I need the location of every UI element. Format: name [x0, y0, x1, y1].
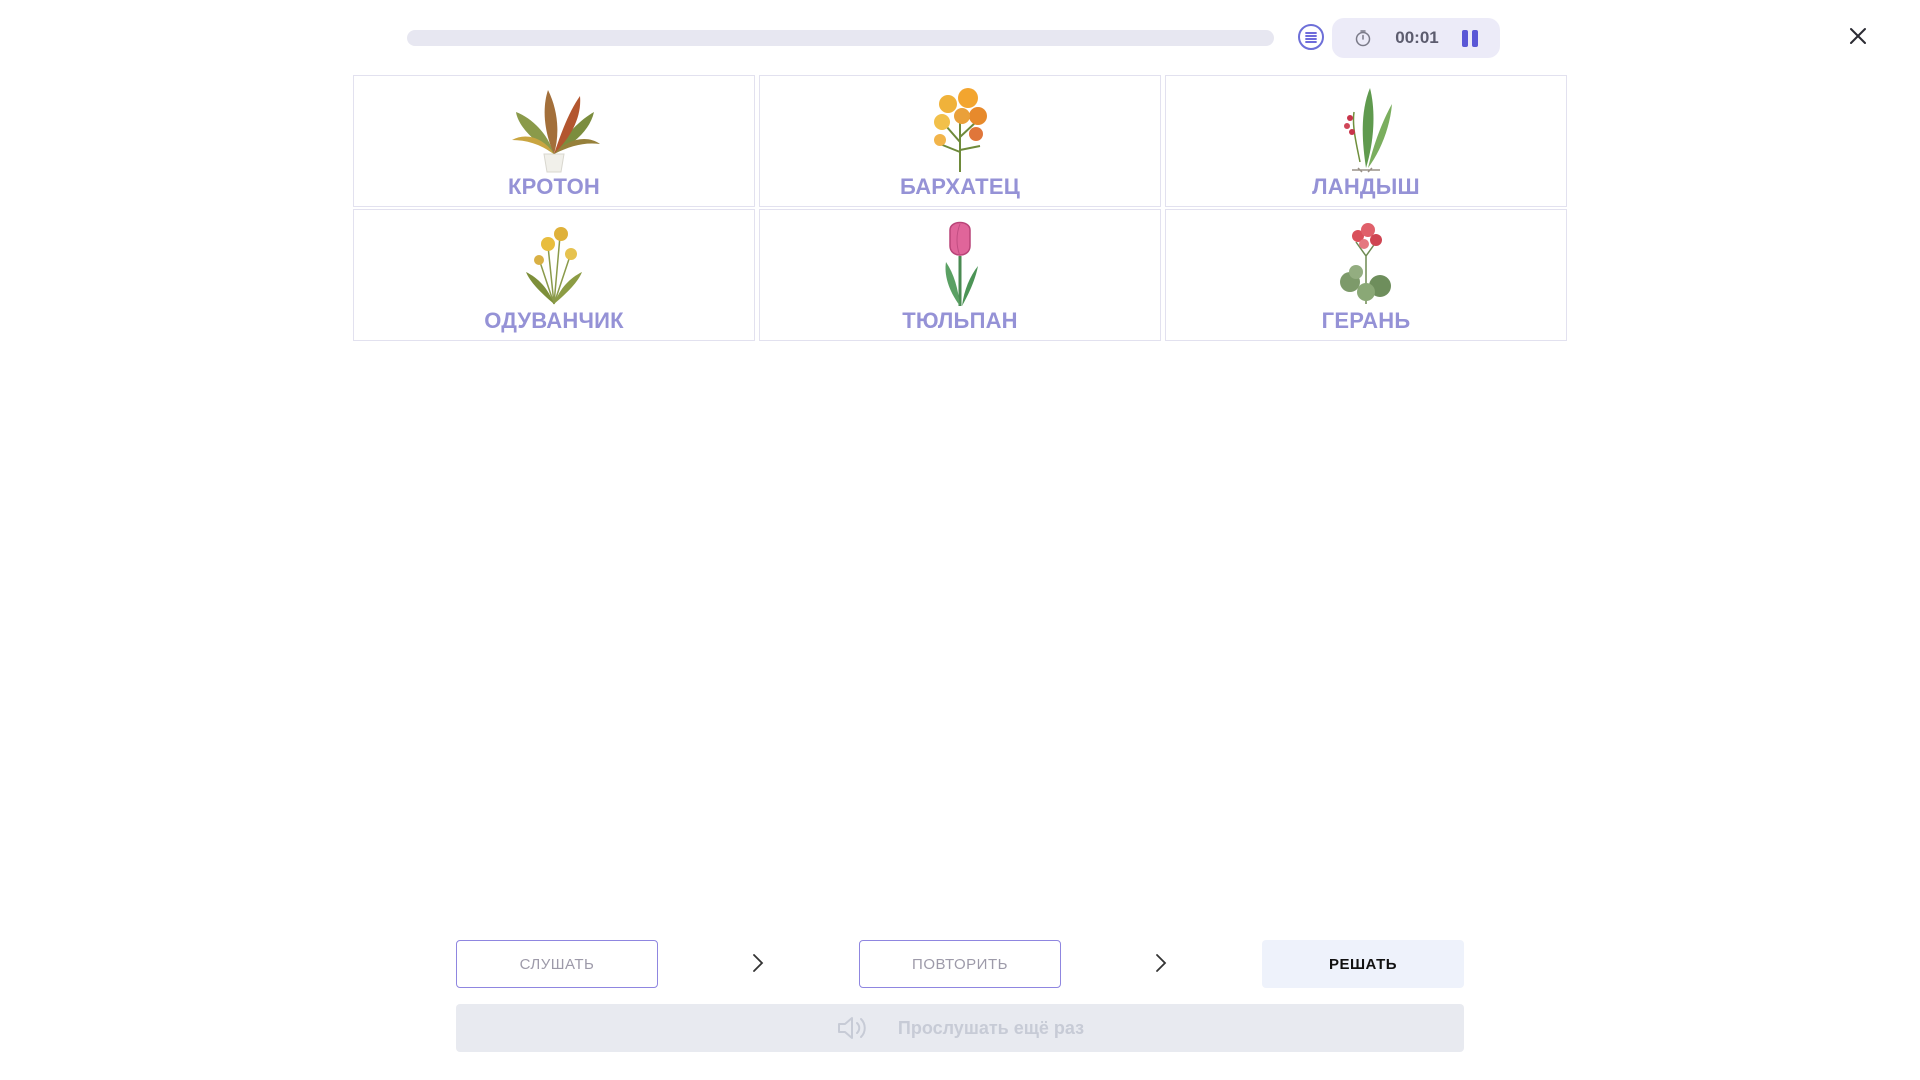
replay-button[interactable]: Прослушать ещё раз	[456, 1004, 1464, 1052]
card-label: ОДУВАНЧИК	[484, 308, 624, 333]
list-icon	[1305, 32, 1317, 43]
croton-plant-icon	[512, 90, 600, 173]
progress-bar	[407, 30, 1274, 46]
dandelion-icon	[526, 227, 582, 305]
card-label: ТЮЛЬПАН	[902, 308, 1018, 333]
lily-of-the-valley-icon	[1344, 88, 1392, 173]
timer-value: 00:01	[1395, 28, 1439, 47]
card-croton[interactable]: КРОТОН	[353, 75, 755, 207]
repeat-button[interactable]: ПОВТОРИТЬ	[859, 940, 1061, 988]
card-tulip[interactable]: ТЮЛЬПАН	[759, 209, 1161, 341]
pause-button[interactable]	[1461, 29, 1478, 47]
pause-icon-bar	[1471, 29, 1478, 47]
card-lily-of-the-valley[interactable]: ЛАНДЫШ	[1165, 75, 1567, 207]
close-button[interactable]	[1846, 24, 1870, 48]
card-label: ГЕРАНЬ	[1321, 308, 1411, 333]
card-marigold[interactable]: БАРХАТЕЦ	[759, 75, 1161, 207]
listen-button[interactable]: СЛУШАТЬ	[456, 940, 658, 988]
close-icon	[1850, 28, 1866, 44]
task-list-button[interactable]	[1298, 24, 1324, 50]
card-label: БАРХАТЕЦ	[900, 174, 1020, 199]
stopwatch-icon	[1355, 30, 1371, 47]
chevron-right-icon	[1156, 954, 1167, 972]
geranium-icon	[1340, 223, 1391, 304]
chevron-right-icon	[753, 954, 764, 972]
answer-grid: КРОТОН БАРХАТЕЦ ЛАНДЫШ ОДУВАНЧИК ТЮЛЬПАН…	[353, 75, 1567, 341]
card-label: ЛАНДЫШ	[1312, 174, 1420, 199]
replay-label: Прослушать ещё раз	[897, 1017, 1085, 1038]
pause-icon	[1461, 29, 1468, 47]
solve-button[interactable]: РЕШАТЬ	[1262, 940, 1464, 988]
tulip-icon	[945, 221, 978, 306]
speaker-icon	[837, 1017, 866, 1039]
marigold-flower-icon	[934, 88, 987, 172]
card-label: КРОТОН	[507, 174, 600, 199]
card-geranium[interactable]: ГЕРАНЬ	[1165, 209, 1567, 341]
exercise-screen: 00:01 КРОТОН БАРХАТЕЦ ЛАНДЫШ ОДУВАНЧИК Т…	[0, 0, 1920, 1080]
timer: 00:01	[1332, 18, 1500, 58]
card-dandelion[interactable]: ОДУВАНЧИК	[353, 209, 755, 341]
